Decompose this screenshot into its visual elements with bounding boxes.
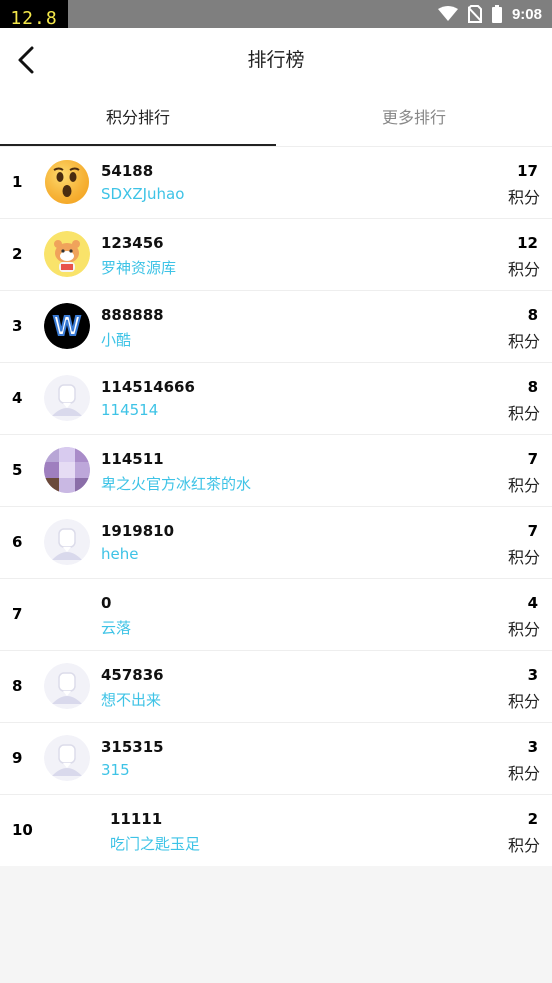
status-bar: 9:08 — [0, 0, 552, 28]
user-id: 11111 — [110, 810, 163, 828]
rank-number: 7 — [12, 605, 23, 623]
avatar[interactable]: W — [44, 303, 90, 349]
ranking-row[interactable]: 6 1919810 hehe 7 积分 — [0, 507, 552, 579]
user-name: 315 — [101, 761, 130, 779]
points-label: 积分 — [507, 836, 540, 855]
avatar[interactable] — [44, 519, 90, 565]
points-value: 7 — [527, 450, 538, 468]
points-label: 积分 — [507, 620, 540, 639]
avatar[interactable] — [44, 447, 90, 493]
points-label: 积分 — [507, 764, 540, 783]
user-id: 114511 — [101, 450, 164, 468]
points-value: 2 — [527, 810, 538, 828]
ranking-row[interactable]: 7 0 云落 4 积分 — [0, 579, 552, 651]
svg-text:W: W — [54, 310, 81, 341]
points-value: 7 — [527, 522, 538, 540]
ranking-row[interactable]: 10 11111 吃门之匙玉足 2 积分 — [0, 795, 552, 866]
user-id: 457836 — [101, 666, 164, 684]
user-name: 吃门之匙玉足 — [110, 835, 201, 853]
user-name: 114514 — [101, 401, 159, 419]
user-name: 小酷 — [101, 331, 132, 349]
active-tab-indicator — [0, 144, 276, 146]
rank-number: 1 — [12, 173, 23, 191]
battery-icon — [491, 5, 502, 23]
status-time: 9:08 — [511, 5, 542, 23]
ranking-row[interactable]: 8 457836 想不出来 3 积分 — [0, 651, 552, 723]
rank-number: 3 — [12, 317, 23, 335]
user-id: 1919810 — [101, 522, 175, 540]
points-label: 积分 — [507, 692, 540, 711]
avatar[interactable] — [44, 159, 90, 205]
rank-number: 6 — [12, 533, 23, 551]
points-value: 4 — [527, 594, 538, 612]
user-id: 888888 — [101, 306, 164, 324]
user-id: 123456 — [101, 234, 164, 252]
points-label: 积分 — [507, 188, 540, 207]
user-name: 想不出来 — [101, 691, 162, 709]
points-label: 积分 — [507, 260, 540, 279]
rank-number: 10 — [12, 821, 33, 839]
user-name: 云落 — [101, 619, 132, 637]
avatar[interactable] — [44, 375, 90, 421]
rank-number: 9 — [12, 749, 23, 767]
ranking-row[interactable]: 4 114514666 114514 8 积分 — [0, 363, 552, 435]
user-name: hehe — [101, 545, 139, 563]
ranking-row[interactable]: 1 54188 SDXZJuhao 17 积分 — [0, 147, 552, 219]
points-value: 8 — [527, 306, 538, 324]
user-name: 罗神资源库 — [101, 259, 177, 277]
points-label: 积分 — [507, 476, 540, 495]
tab-points-ranking[interactable]: 积分排行 — [0, 92, 276, 145]
ranking-row[interactable]: 5 114511 卑之火官方冰红茶的水 7 积分 — [0, 435, 552, 507]
status-icons: 9:08 — [437, 0, 542, 28]
user-id: 114514666 — [101, 378, 195, 396]
ranking-row[interactable]: 9 315315 315 3 积分 — [0, 723, 552, 795]
no-sim-icon — [467, 5, 482, 23]
avatar[interactable] — [44, 231, 90, 277]
points-value: 17 — [517, 162, 538, 180]
user-id: 54188 — [101, 162, 154, 180]
tab-more-ranking[interactable]: 更多排行 — [276, 92, 552, 145]
rank-number: 5 — [12, 461, 23, 479]
points-label: 积分 — [507, 332, 540, 351]
avatar[interactable] — [44, 735, 90, 781]
points-value: 3 — [527, 738, 538, 756]
rank-number: 4 — [12, 389, 23, 407]
points-label: 积分 — [507, 548, 540, 567]
points-value: 8 — [527, 378, 538, 396]
ranking-list: 1 54188 SDXZJuhao 17 积分 2 123456 罗神资源库 12 积分 3 W 888… — [0, 147, 552, 866]
wifi-icon — [437, 6, 458, 21]
ranking-row[interactable]: 2 123456 罗神资源库 12 积分 — [0, 219, 552, 291]
tab-bar: 积分排行 更多排行 — [0, 92, 552, 147]
rank-number: 2 — [12, 245, 23, 263]
user-id: 315315 — [101, 738, 164, 756]
user-id: 0 — [101, 594, 112, 612]
points-value: 12 — [517, 234, 538, 252]
avatar[interactable] — [44, 663, 90, 709]
top-bar: 排行榜 — [0, 28, 552, 92]
ranking-row[interactable]: 3 W 888888 小酷 8 积分 — [0, 291, 552, 363]
user-name: SDXZJuhao — [101, 185, 185, 203]
rank-number: 8 — [12, 677, 23, 695]
page-title: 排行榜 — [247, 49, 305, 71]
user-name: 卑之火官方冰红茶的水 — [101, 475, 252, 493]
points-value: 3 — [527, 666, 538, 684]
points-label: 积分 — [507, 404, 540, 423]
